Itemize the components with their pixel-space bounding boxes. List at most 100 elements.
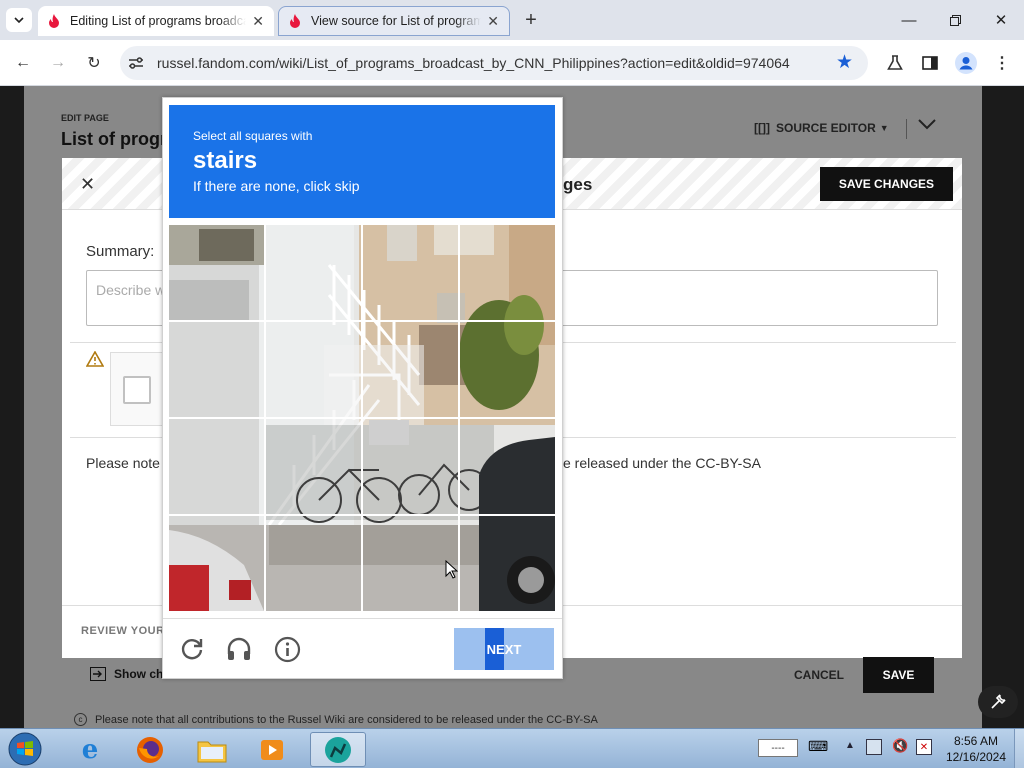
save-changes-button[interactable]: SAVE CHANGES xyxy=(820,167,953,201)
captcha-tile[interactable] xyxy=(362,225,459,322)
minimize-button[interactable]: — xyxy=(886,0,932,40)
license-note-right: e released under the CC-BY-SA xyxy=(563,455,761,471)
reload-icon: ↻ xyxy=(87,55,101,72)
mouse-cursor-icon xyxy=(445,560,458,579)
save-button[interactable]: SAVE xyxy=(863,657,934,693)
captcha-tile[interactable] xyxy=(169,515,266,612)
close-icon[interactable]: ✕ xyxy=(487,13,499,30)
reload-button[interactable]: ↻ xyxy=(79,48,109,78)
captcha-tile[interactable] xyxy=(266,225,363,322)
profile-avatar-icon xyxy=(955,52,977,74)
profile-button[interactable] xyxy=(951,48,981,78)
next-button[interactable]: NEXT xyxy=(454,628,554,670)
info-icon xyxy=(274,636,301,663)
flask-icon xyxy=(887,55,903,70)
edit-page-label: EDIT PAGE xyxy=(61,113,109,123)
warning-icon xyxy=(85,350,105,372)
ie-icon: e xyxy=(81,734,99,765)
new-tab-button[interactable]: + xyxy=(519,8,543,32)
brackets-icon: [[]] xyxy=(754,121,770,135)
captcha-tile[interactable] xyxy=(459,225,556,322)
tab-list-dropdown[interactable] xyxy=(6,8,32,32)
captcha-tile[interactable] xyxy=(459,322,556,419)
forward-button[interactable]: → xyxy=(43,48,73,78)
taskbar-media-player[interactable] xyxy=(250,732,294,767)
recaptcha-box xyxy=(110,352,170,426)
review-changes-link[interactable]: REVIEW YOUR xyxy=(81,625,165,637)
language-indicator[interactable]: ---- xyxy=(758,739,798,757)
taskbar-firefox[interactable] xyxy=(128,732,172,767)
show-hidden-icons-icon[interactable]: ▲ xyxy=(845,740,855,751)
source-editor-dropdown[interactable]: [[]] SOURCE EDITOR ▼ xyxy=(754,121,889,135)
show-desktop-button[interactable] xyxy=(1014,729,1024,768)
close-icon[interactable]: ✕ xyxy=(252,13,264,30)
taskbar-file-explorer[interactable] xyxy=(190,732,234,767)
taskbar-chrome-active[interactable] xyxy=(310,732,366,767)
captcha-tile[interactable] xyxy=(266,322,363,419)
tab-editing[interactable]: Editing List of programs broadcast by CN… xyxy=(38,6,274,36)
back-button[interactable]: ← xyxy=(8,48,38,78)
headphones-icon xyxy=(227,637,251,660)
url-text: russel.fandom.com/wiki/List_of_programs_… xyxy=(157,55,790,71)
captcha-tile[interactable] xyxy=(362,418,459,515)
app-icon xyxy=(325,736,351,763)
audio-challenge-button[interactable] xyxy=(226,636,252,667)
reload-challenge-button[interactable] xyxy=(179,636,205,667)
browser-toolbar: ← → ↻ russel.fandom.com/wiki/List_of_pro… xyxy=(0,40,1024,86)
captcha-tile[interactable] xyxy=(459,418,556,515)
captcha-tile[interactable] xyxy=(169,225,266,322)
captcha-tile[interactable] xyxy=(169,418,266,515)
divider xyxy=(163,618,562,619)
plus-icon: + xyxy=(525,8,537,31)
firefox-icon xyxy=(137,736,163,763)
site-settings-icon[interactable] xyxy=(128,56,144,70)
clock-date: 12/16/2024 xyxy=(945,750,1007,764)
volume-muted-icon[interactable]: 🔇 xyxy=(892,738,908,754)
show-changes-button[interactable]: Show ch xyxy=(90,667,163,681)
bookmark-star-icon[interactable]: ★ xyxy=(836,51,853,74)
left-margin xyxy=(0,86,24,728)
copyleft-icon: c xyxy=(74,713,87,726)
summary-label: Summary: xyxy=(86,243,155,260)
keyboard-layout-icon[interactable]: ⌨ xyxy=(808,738,828,755)
address-bar[interactable]: russel.fandom.com/wiki/List_of_programs_… xyxy=(120,46,868,80)
network-icon[interactable] xyxy=(866,739,882,755)
start-button[interactable] xyxy=(4,730,46,768)
captcha-image-grid xyxy=(169,225,555,611)
captcha-tile[interactable] xyxy=(362,322,459,419)
browser-menu-button[interactable]: ⋮ xyxy=(987,48,1017,78)
captcha-tile[interactable] xyxy=(266,515,363,612)
fandom-flame-icon xyxy=(290,14,300,28)
tab-bar: Editing List of programs broadcast by CN… xyxy=(0,0,1024,40)
clock[interactable]: 8:56 AM 12/16/2024 xyxy=(942,733,1010,765)
close-window-button[interactable]: ✕ xyxy=(978,0,1024,40)
tab-view-source[interactable]: View source for List of programs broadca… xyxy=(278,6,510,36)
wrench-icon xyxy=(991,694,1006,709)
caret-down-icon: ▼ xyxy=(879,123,889,133)
show-changes-icon xyxy=(90,667,106,681)
close-icon: ✕ xyxy=(80,174,96,194)
captcha-tile[interactable] xyxy=(459,515,556,612)
captcha-tile[interactable] xyxy=(169,322,266,419)
recaptcha-checkbox[interactable] xyxy=(123,376,151,404)
tools-button[interactable] xyxy=(978,686,1018,718)
side-panel-button[interactable] xyxy=(915,48,945,78)
clock-time: 8:56 AM xyxy=(953,734,999,748)
action-center-icon[interactable]: ✕ xyxy=(916,739,932,755)
dialog-title: ges xyxy=(563,175,593,194)
help-button[interactable] xyxy=(274,636,301,668)
labs-button[interactable] xyxy=(880,48,910,78)
chevron-down-icon xyxy=(918,119,936,130)
close-dialog-button[interactable]: ✕ xyxy=(80,174,95,195)
arrow-right-icon: → xyxy=(50,54,66,71)
collapse-button[interactable] xyxy=(917,117,937,136)
captcha-tile[interactable] xyxy=(266,418,363,515)
show-changes-label: Show ch xyxy=(114,667,164,681)
taskbar-internet-explorer[interactable]: e xyxy=(68,732,112,767)
summary-placeholder: Describe w xyxy=(96,282,166,298)
captcha-subtext: If there are none, click skip xyxy=(193,178,360,194)
restore-icon xyxy=(949,14,961,26)
cancel-button[interactable]: CANCEL xyxy=(794,668,844,682)
windows-start-icon xyxy=(8,732,42,766)
restore-button[interactable] xyxy=(932,0,978,40)
